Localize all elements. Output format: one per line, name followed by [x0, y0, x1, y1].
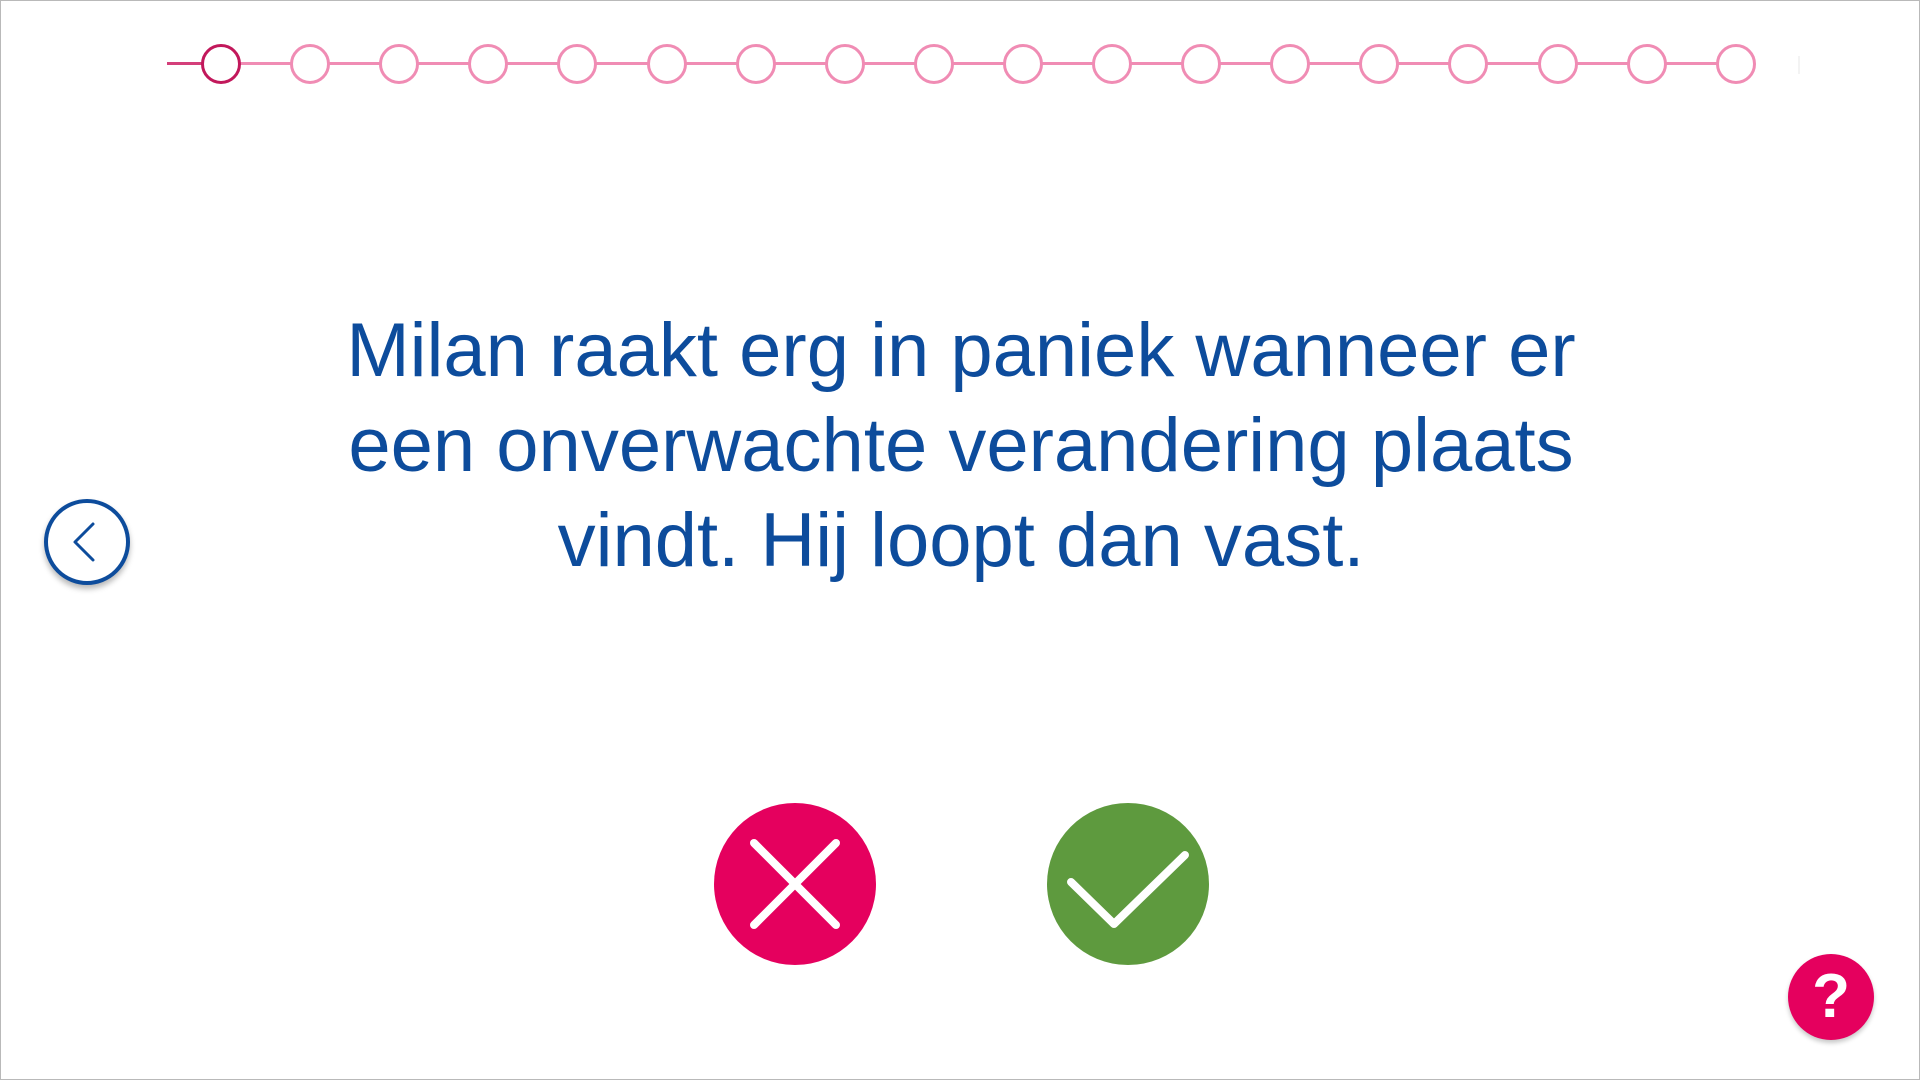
- check-icon: [1067, 851, 1189, 928]
- help-button[interactable]: ?: [1788, 954, 1874, 1040]
- disagree-button[interactable]: [714, 803, 876, 965]
- progress-track: [1, 1, 1920, 131]
- progress-step-9: [913, 44, 954, 84]
- progress-step-2: [290, 44, 331, 84]
- progress-step-12: [1181, 44, 1222, 84]
- progress-step-5: [557, 44, 598, 84]
- progress-step-11: [1092, 44, 1132, 84]
- progress-step-14: [1359, 44, 1400, 84]
- progress-step-8: [824, 44, 865, 84]
- progress-step-17: [1626, 44, 1667, 84]
- back-button[interactable]: [44, 499, 130, 585]
- progress-step-18: [1715, 44, 1756, 84]
- progress-step-10: [1002, 44, 1043, 84]
- app-screen: Milan raakt erg in paniek wanneer er een…: [0, 0, 1920, 1080]
- progress-step-7: [735, 44, 776, 84]
- progress-step-13: [1270, 44, 1311, 84]
- progress-end-marker: [1798, 56, 1800, 74]
- statement-text: Milan raakt erg in paniek wanneer er een…: [346, 308, 1576, 583]
- progress-step-15: [1448, 44, 1489, 84]
- progress-line: [219, 62, 1734, 65]
- progress-step-6: [646, 44, 687, 84]
- agree-button[interactable]: [1047, 803, 1209, 965]
- chevron-left-icon: [73, 522, 95, 562]
- progress-step-3: [379, 44, 420, 84]
- progress-step-4: [468, 44, 509, 84]
- progress-step-16: [1537, 44, 1578, 84]
- progress-step-1: [201, 44, 241, 84]
- question-mark-icon: ?: [1812, 962, 1850, 1031]
- cross-icon: [750, 839, 840, 929]
